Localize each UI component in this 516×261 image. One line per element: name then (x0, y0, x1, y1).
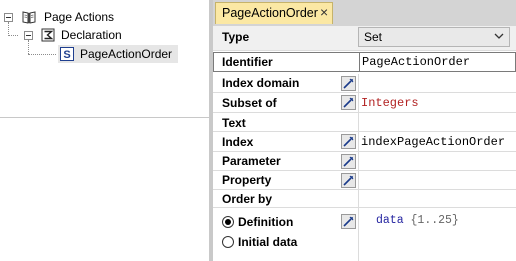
tree-connector (8, 35, 18, 36)
tree-connector (28, 54, 56, 55)
initial-data-radio[interactable] (222, 236, 234, 248)
text-label: Text (222, 116, 246, 130)
collapse-toggle-page-actions[interactable] (4, 13, 13, 22)
index-domain-label: Index domain (222, 76, 300, 90)
subset-of-field[interactable]: Integers (358, 93, 516, 112)
set-icon: S (60, 47, 74, 61)
type-select[interactable]: Set (358, 27, 510, 47)
identifier-label: Identifier (222, 55, 273, 69)
wizard-icon (343, 97, 354, 108)
declaration-icon (41, 28, 55, 42)
initial-data-label[interactable]: Initial data (238, 235, 297, 249)
identifier-row: Identifier PageActionOrder (213, 52, 516, 72)
attribute-pane: PageActionOrder × Type Set Identifier Pa… (213, 0, 516, 261)
property-edit-button[interactable] (341, 173, 356, 188)
subset-of-row: Subset of Integers (213, 93, 516, 113)
index-edit-button[interactable] (341, 134, 356, 149)
parameter-label: Parameter (222, 154, 281, 168)
model-tree: Page Actions Declaration S PageActionOrd… (0, 0, 209, 261)
property-field[interactable] (358, 171, 516, 189)
order-by-label: Order by (222, 192, 273, 206)
wizard-icon (343, 136, 354, 147)
tree-connector (28, 40, 29, 54)
index-row: Index indexPageActionOrder (213, 132, 516, 152)
tree-item-page-actions[interactable]: Page Actions (20, 8, 130, 26)
identifier-value: PageActionOrder (362, 55, 471, 69)
definition-radio[interactable] (222, 216, 234, 228)
close-icon[interactable]: × (320, 4, 328, 20)
subset-of-edit-button[interactable] (341, 95, 356, 110)
tree-connector (8, 22, 9, 34)
parameter-field[interactable] (358, 152, 516, 170)
tree-divider (0, 117, 209, 118)
property-row: Property (213, 171, 516, 190)
text-field[interactable] (358, 113, 516, 131)
type-value: Set (364, 30, 383, 44)
definition-field[interactable]: data {1..25} (358, 208, 516, 261)
wizard-icon (343, 216, 354, 227)
chevron-down-icon (493, 29, 505, 46)
definition-code: data {1..25} (376, 214, 459, 227)
definition-section: Definition Initial data data {1..25} (213, 208, 516, 261)
wizard-icon (343, 175, 354, 186)
type-row: Type Set (213, 26, 516, 51)
definition-range: {1..25} (410, 214, 459, 227)
index-field[interactable]: indexPageActionOrder (358, 132, 516, 151)
index-domain-edit-button[interactable] (341, 76, 356, 91)
book-icon (22, 10, 36, 24)
tree-item-declaration[interactable]: Declaration (39, 26, 139, 44)
property-label: Property (222, 173, 272, 187)
index-domain-row: Index domain (213, 74, 516, 93)
definition-keyword: data (376, 214, 404, 227)
tab-label: PageActionOrder (222, 6, 318, 20)
wizard-icon (343, 78, 354, 89)
definition-edit-button[interactable] (341, 214, 356, 229)
collapse-toggle-declaration[interactable] (24, 31, 33, 40)
attribute-form: Type Set Identifier PageActionOrder Inde… (213, 26, 516, 261)
tree-item-pageactionorder[interactable]: S PageActionOrder (58, 45, 178, 63)
tree-item-label: PageActionOrder (80, 47, 173, 61)
identifier-field[interactable]: PageActionOrder (359, 53, 515, 71)
tab-strip: PageActionOrder × (213, 0, 516, 26)
index-label: Index (222, 135, 254, 149)
definition-label[interactable]: Definition (238, 215, 293, 229)
index-value: indexPageActionOrder (361, 135, 506, 149)
tree-item-label: Declaration (61, 28, 122, 42)
svg-text:S: S (63, 49, 70, 61)
tab-pageactionorder[interactable]: PageActionOrder × (215, 2, 333, 24)
type-label: Type (222, 30, 250, 44)
index-domain-field[interactable] (358, 74, 516, 92)
wizard-icon (343, 156, 354, 167)
text-row: Text (213, 113, 516, 132)
order-by-row: Order by (213, 190, 516, 208)
parameter-row: Parameter (213, 152, 516, 171)
subset-of-value: Integers (361, 96, 419, 110)
tree-item-label: Page Actions (44, 10, 115, 24)
subset-of-label: Subset of (222, 96, 277, 110)
order-by-field[interactable] (358, 190, 516, 207)
parameter-edit-button[interactable] (341, 154, 356, 169)
